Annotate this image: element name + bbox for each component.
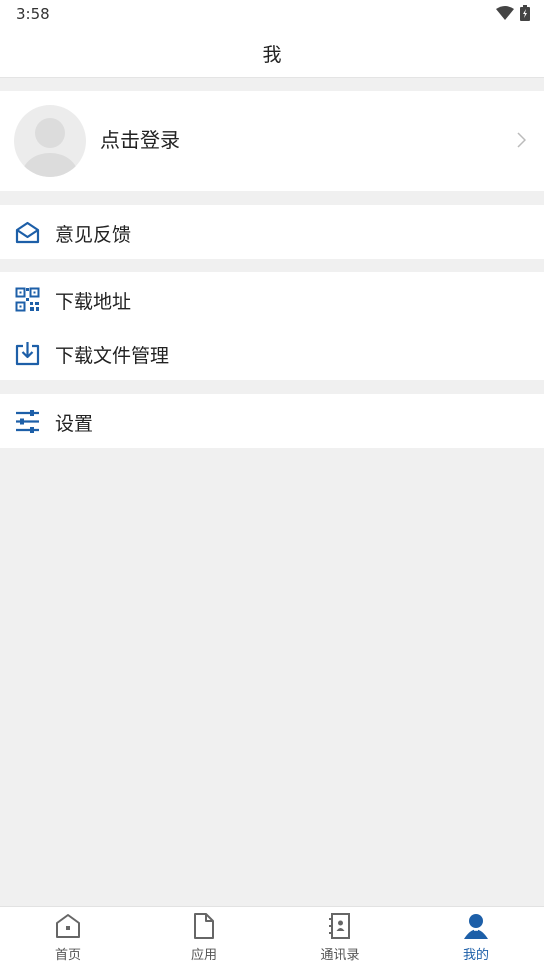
tab-home[interactable]: 首页 xyxy=(0,907,136,967)
menu-item-feedback[interactable]: 意见反馈 xyxy=(0,205,544,259)
status-icons xyxy=(496,5,530,21)
person-icon xyxy=(464,914,488,939)
menu-item-label: 下载地址 xyxy=(55,291,132,313)
menu-item-label: 意见反馈 xyxy=(55,224,132,246)
document-icon xyxy=(194,913,214,939)
qr-code-icon xyxy=(15,287,40,312)
avatar[interactable] xyxy=(14,105,86,177)
tab-label: 首页 xyxy=(54,948,81,963)
menu-item-label: 下载文件管理 xyxy=(55,345,170,367)
login-card[interactable]: 点击登录 xyxy=(0,91,544,191)
downloads-section: 下载地址 下载文件管理 xyxy=(0,272,544,380)
bottom-tab-bar: 首页 应用 通讯录 我的 xyxy=(0,906,544,967)
menu-item-download-files[interactable]: 下载文件管理 xyxy=(0,326,544,380)
status-time: 3:58 xyxy=(16,5,50,23)
page-title: 我 xyxy=(262,44,282,66)
tab-label: 我的 xyxy=(462,948,489,963)
menu-item-settings[interactable]: 设置 xyxy=(0,394,544,448)
chevron-right-icon xyxy=(517,132,526,148)
wifi-icon xyxy=(496,6,514,20)
home-icon xyxy=(56,914,80,938)
tab-label: 通讯录 xyxy=(320,948,360,963)
default-avatar-icon xyxy=(22,118,78,177)
header: 我 xyxy=(0,28,544,78)
envelope-open-icon xyxy=(15,221,40,244)
settings-section: 设置 xyxy=(0,394,544,448)
download-tray-icon xyxy=(15,342,40,366)
login-text[interactable]: 点击登录 xyxy=(100,124,180,153)
tab-mine[interactable]: 我的 xyxy=(408,907,544,967)
menu-item-label: 设置 xyxy=(55,413,94,435)
sliders-icon xyxy=(16,410,39,433)
tab-contacts[interactable]: 通讯录 xyxy=(272,907,408,967)
tab-label: 应用 xyxy=(190,948,217,963)
status-bar: 3:58 xyxy=(0,0,544,28)
battery-icon xyxy=(520,5,530,21)
contacts-icon xyxy=(329,913,350,939)
feedback-section: 意见反馈 xyxy=(0,205,544,259)
menu-item-download-address[interactable]: 下载地址 xyxy=(0,272,544,326)
tab-apps[interactable]: 应用 xyxy=(136,907,272,967)
